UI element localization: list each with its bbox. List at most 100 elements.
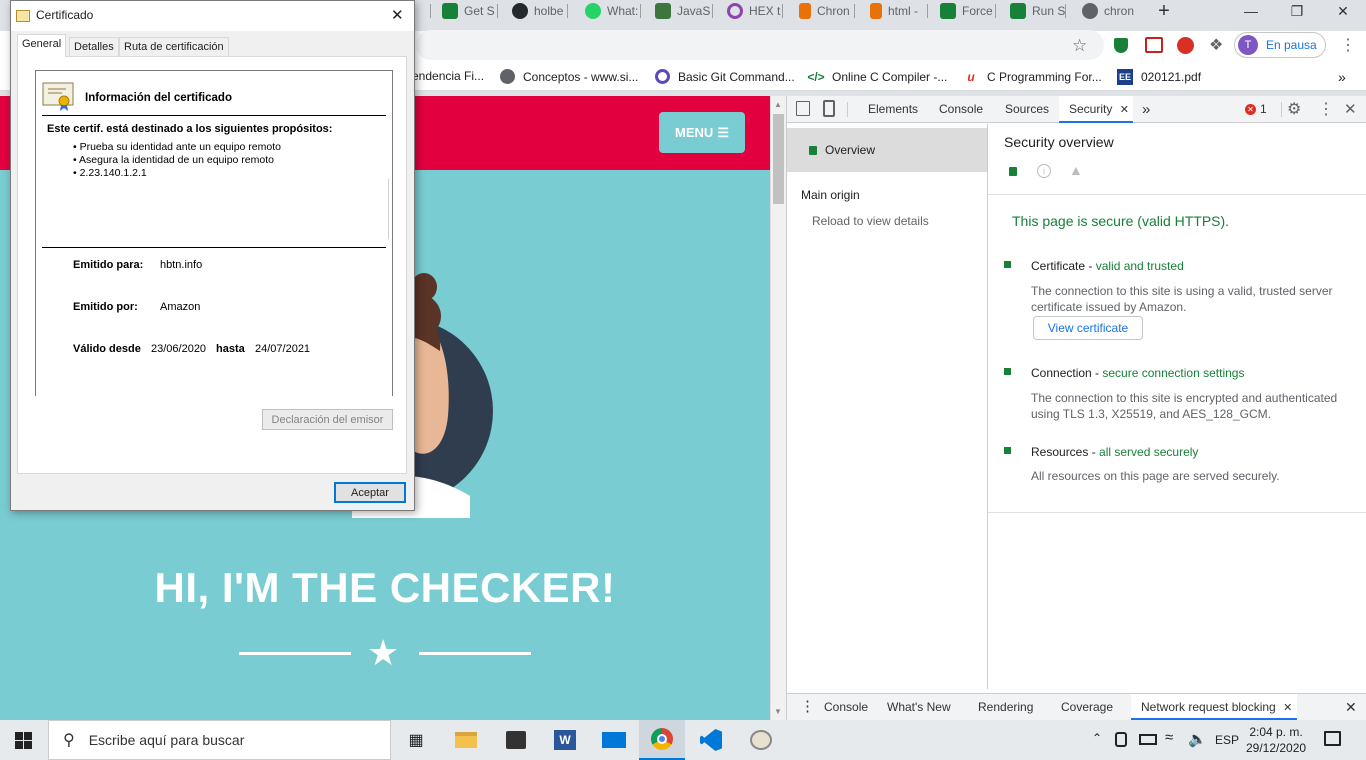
dialog-titlebar: Certificado ✕ (11, 1, 414, 31)
new-tab-button[interactable]: + (1150, 0, 1178, 22)
clock-time[interactable]: 2:04 p. m. (1246, 725, 1306, 739)
purpose-item: • 2.23.140.1.2.1 (73, 167, 147, 179)
show-hidden-icons-icon[interactable]: ⌃ (1092, 731, 1102, 745)
address-bar[interactable] (416, 30, 1104, 60)
bookmark-item[interactable]: Conceptos - www.si... (500, 69, 638, 84)
mail-icon[interactable] (601, 728, 627, 752)
close-devtools-icon[interactable]: ✕ (1344, 100, 1357, 118)
wifi-icon[interactable]: ≈ (1165, 729, 1173, 746)
devtools-panel: Elements Console Sources Security ✕ » ✕ … (786, 96, 1366, 720)
more-menu-icon[interactable]: ⋮ (1340, 35, 1356, 55)
close-drawer-icon[interactable]: ✕ (1345, 694, 1357, 720)
notifications-icon[interactable] (1324, 731, 1341, 746)
drawer-tab-network-request-blocking[interactable]: Network request blocking ✕ (1131, 694, 1297, 720)
page-scrollbar[interactable]: ▲ ▼ (770, 96, 786, 720)
drawer-tab-rendering[interactable]: Rendering (978, 694, 1033, 720)
sidebar-heading-main-origin: Main origin (801, 188, 860, 202)
drawer-tab-console[interactable]: Console (824, 694, 868, 720)
tab-elements[interactable]: Elements (868, 96, 918, 123)
tab-javascript[interactable]: JavaS (655, 0, 713, 22)
inspect-element-icon[interactable] (796, 101, 810, 116)
tab-hex[interactable]: HEX t (727, 0, 783, 22)
chrome-icon[interactable] (639, 720, 685, 760)
device-toolbar-icon[interactable] (823, 100, 835, 117)
issuer-statement-button[interactable]: Declaración del emisor (262, 409, 393, 430)
word-icon[interactable]: W (552, 728, 578, 752)
drawer-menu-icon[interactable]: ⋮ (800, 694, 815, 720)
battery-icon[interactable] (1139, 734, 1157, 745)
drawer-tab-coverage[interactable]: Coverage (1061, 694, 1113, 720)
bookmark-item[interactable]: Basic Git Command... (655, 69, 795, 84)
close-tab-icon[interactable]: ✕ (1283, 702, 1292, 714)
tab-security[interactable]: Security ✕ (1059, 96, 1133, 123)
github-icon (512, 3, 528, 19)
windows-start-icon[interactable] (15, 732, 32, 749)
status-indicator-icon (1004, 447, 1011, 454)
ok-button[interactable]: Aceptar (334, 482, 406, 503)
shield-extension-icon[interactable] (1114, 38, 1128, 53)
resources-description: All resources on this page are served se… (1031, 469, 1280, 483)
drawer-tab-whats-new[interactable]: What's New (887, 694, 951, 720)
task-view-icon[interactable]: ▦ (403, 728, 429, 752)
secure-message: This page is secure (valid HTTPS). (1012, 213, 1230, 229)
hamburger-icon: ☰ (717, 124, 729, 140)
info-icon: i (1037, 164, 1051, 178)
store-icon[interactable] (503, 728, 529, 752)
close-window-button[interactable]: ✕ (1320, 0, 1366, 22)
view-certificate-button[interactable]: View certificate (1033, 316, 1143, 340)
minimize-button[interactable]: — (1228, 0, 1274, 22)
connection-summary: Connection - secure connection settings (1031, 366, 1245, 380)
meet-now-icon[interactable] (1115, 732, 1127, 747)
language-indicator[interactable]: ESP (1215, 733, 1239, 747)
bookmark-item[interactable]: </> Online C Compiler -... (807, 69, 947, 85)
tab-html[interactable]: html - (870, 0, 928, 22)
tab-force[interactable]: Force (940, 0, 996, 22)
close-icon[interactable]: ✕ (391, 6, 404, 24)
close-tab-icon[interactable]: ✕ (1120, 104, 1129, 116)
connection-description: The connection to this site is encrypted… (1031, 391, 1338, 421)
tab-chron[interactable]: Chron (799, 0, 855, 22)
bookmarks-more-button[interactable]: » (1338, 69, 1346, 85)
more-tabs-button[interactable]: » (1142, 96, 1150, 123)
scrollbar-thumb[interactable] (773, 114, 784, 204)
tab-general[interactable]: General (17, 34, 67, 57)
menu-button[interactable]: MENU ☰ (659, 112, 745, 153)
bookmark-item[interactable]: EE 020121.pdf (1117, 69, 1201, 85)
devtools-menu-icon[interactable]: ⋮ (1318, 99, 1334, 119)
vscode-icon[interactable] (698, 728, 724, 752)
search-box[interactable]: ⚲ Escribe aquí para buscar (48, 720, 391, 760)
bookmark-item[interactable]: uC Programming For... (963, 69, 1101, 85)
tab-github[interactable]: holbe (512, 0, 568, 22)
extensions-puzzle-icon[interactable]: ❖ (1209, 35, 1223, 55)
bookmark-star-icon[interactable]: ☆ (1072, 36, 1087, 56)
volume-icon[interactable]: 🔈 (1188, 730, 1207, 748)
profile-button[interactable]: T En pausa (1234, 32, 1326, 58)
tab-partial[interactable] (415, 0, 431, 22)
w3-icon (655, 3, 671, 19)
error-icon[interactable]: ✕ (1245, 104, 1256, 115)
extension-icon[interactable] (1145, 37, 1163, 53)
u-icon: u (967, 70, 975, 84)
tab-details[interactable]: Detalles (69, 37, 119, 57)
valid-from-label: Válido desde (73, 343, 141, 355)
tab-run[interactable]: Run S (1010, 0, 1066, 22)
tab-console[interactable]: Console (939, 96, 983, 123)
settings-gear-icon[interactable]: ⚙ (1287, 99, 1301, 119)
tab-get-started[interactable]: Get S (442, 0, 498, 22)
circle-icon (655, 69, 670, 84)
error-count[interactable]: 1 (1260, 96, 1267, 123)
tab-sources[interactable]: Sources (1005, 96, 1049, 123)
paint-icon[interactable] (748, 728, 774, 752)
adblock-icon[interactable] (1177, 37, 1194, 54)
globe-icon (500, 69, 515, 84)
restore-button[interactable]: ❐ (1274, 0, 1320, 22)
taskbar: ⚲ Escribe aquí para buscar ▦ W ⌃ ≈ 🔈 ESP… (0, 720, 1366, 760)
tab-chrono[interactable]: chron (1082, 0, 1138, 22)
clock-date[interactable]: 29/12/2020 (1246, 741, 1306, 755)
divider (419, 652, 531, 655)
tab-whatsapp[interactable]: What: (585, 0, 641, 22)
sidebar-item-overview[interactable]: Overview (787, 128, 987, 172)
tab-certification-path[interactable]: Ruta de certificación (119, 37, 229, 57)
bookmark-item[interactable]: endencia Fi... (412, 69, 484, 83)
file-explorer-icon[interactable] (453, 728, 479, 752)
